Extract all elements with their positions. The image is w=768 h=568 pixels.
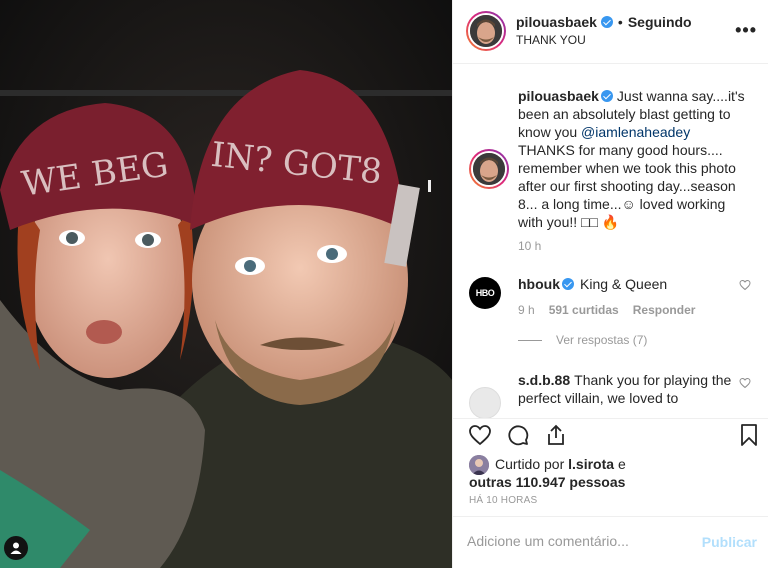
- post-header: pilouasbaek • Seguindo THANK YOU •••: [453, 0, 768, 64]
- caption-body-2: THANKS for many good hours.... remember …: [518, 142, 736, 230]
- comment-username[interactable]: hbouk: [518, 276, 560, 292]
- liked-prefix: Curtido por: [495, 456, 569, 472]
- selfie-image: WE BEG IN? GOT8: [0, 0, 452, 568]
- comment-text: s.d.b.88 Thank you for playing the perfec…: [518, 371, 738, 407]
- comment-item: s.d.b.88 Thank you for playing the perfec…: [469, 371, 759, 418]
- post-photo[interactable]: WE BEG IN? GOT8: [0, 0, 452, 568]
- caption-item: pilouasbaek Just wanna say....it's been a…: [469, 65, 759, 255]
- caption-author-avatar[interactable]: [469, 149, 509, 189]
- hbo-avatar[interactable]: HBO: [469, 277, 501, 309]
- post-side-panel: pilouasbaek • Seguindo THANK YOU ••• pil…: [452, 0, 768, 568]
- caption-username[interactable]: pilouasbaek: [518, 88, 599, 104]
- comment-bubble-icon[interactable]: [506, 423, 530, 447]
- more-options-icon[interactable]: •••: [735, 20, 757, 41]
- caption-verified-icon: [600, 90, 613, 102]
- liked-others-count[interactable]: outras 110.947 pessoas: [469, 474, 625, 490]
- comment-verified-icon: [562, 278, 574, 290]
- comment-meta: 9 h 591 curtidas Responder: [518, 303, 695, 317]
- comment-username[interactable]: s.d.b.88: [518, 372, 570, 388]
- liked-by-text: Curtido por l.sirota e outras 110.947 pe…: [469, 455, 649, 491]
- post-location[interactable]: THANK YOU: [516, 33, 586, 47]
- caption-meta: 10 h: [518, 239, 541, 253]
- like-comment-heart-icon[interactable]: [739, 377, 751, 389]
- publish-button[interactable]: Publicar: [702, 534, 757, 550]
- liked-middle: e: [614, 456, 626, 472]
- commenter-avatar[interactable]: [469, 387, 501, 418]
- caption-text: pilouasbaek Just wanna say....it's been a…: [518, 87, 748, 231]
- post-timestamp[interactable]: HÁ 10 HORAS: [469, 495, 537, 506]
- view-replies-button[interactable]: Ver respostas (7): [518, 333, 647, 347]
- comment-likes[interactable]: 591 curtidas: [549, 303, 619, 317]
- comment-time[interactable]: 9 h: [518, 303, 535, 317]
- post-actions: Curtido por l.sirota e outras 110.947 pe…: [453, 418, 768, 516]
- author-avatar[interactable]: [466, 11, 506, 51]
- reply-button[interactable]: Responder: [633, 303, 696, 317]
- comment-text: hbouk King & Queen: [518, 275, 738, 293]
- liker-username[interactable]: l.sirota: [568, 456, 614, 472]
- like-heart-icon[interactable]: [468, 423, 492, 447]
- caption-time[interactable]: 10 h: [518, 239, 541, 253]
- caption-mention-link[interactable]: @iamlenaheadey: [581, 124, 690, 140]
- save-bookmark-icon[interactable]: [737, 423, 761, 447]
- separator-dot: •: [617, 14, 623, 30]
- add-comment-input[interactable]: [467, 533, 687, 549]
- header-user-line: pilouasbaek • Seguindo: [516, 14, 692, 30]
- author-username[interactable]: pilouasbaek: [516, 14, 597, 30]
- user-tag-icon[interactable]: [4, 536, 28, 560]
- following-button[interactable]: Seguindo: [628, 14, 692, 30]
- like-comment-heart-icon[interactable]: [739, 279, 751, 291]
- share-icon[interactable]: [544, 423, 568, 447]
- verified-badge-icon: [600, 16, 613, 28]
- comments-list[interactable]: pilouasbaek Just wanna say....it's been a…: [453, 65, 768, 418]
- comment-body: King & Queen: [580, 276, 668, 292]
- add-comment-bar: Publicar: [453, 516, 768, 568]
